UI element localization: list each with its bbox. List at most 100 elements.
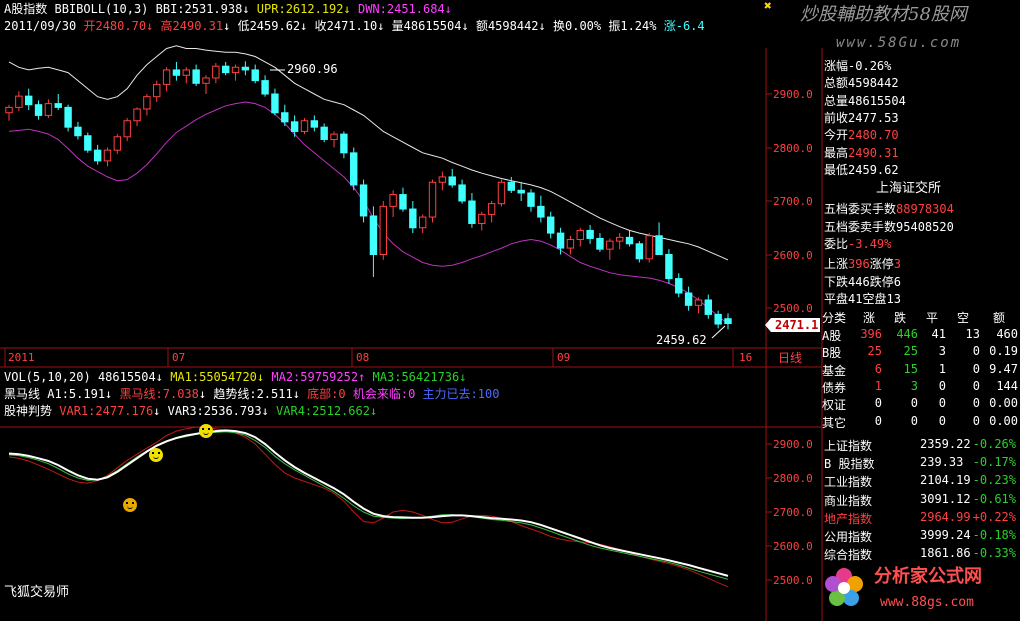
index-row[interactable]: 工业指数 2104.19 -0.23% [824,473,1018,490]
table-cell: 0 [972,361,980,376]
candle-body[interactable] [24,95,33,106]
price-label: 2500.0 [773,302,813,315]
candle-body[interactable] [290,121,299,132]
candle-body[interactable] [399,194,407,210]
candle-body[interactable] [478,213,486,224]
index-name: 公用指数 [824,530,873,544]
candle-body[interactable] [182,69,190,76]
candle-body[interactable] [133,108,141,122]
candle-body[interactable] [84,135,92,151]
candle-body[interactable] [281,112,289,123]
candle-body[interactable] [556,232,565,249]
candle-body[interactable] [675,278,683,294]
stat-value: 48615504 [848,93,906,108]
candle-body[interactable] [359,184,368,217]
candle-body[interactable] [418,216,427,229]
candle-body[interactable] [74,126,82,137]
candle-body[interactable] [428,181,437,218]
stat-row: 前收2477.53 [824,109,1016,125]
index-change: -0.26% [972,437,1016,451]
candle-body[interactable] [497,181,506,205]
candle-body[interactable] [448,176,456,186]
candle-body[interactable] [330,133,338,140]
candle-body[interactable] [5,106,13,114]
candle-body[interactable] [103,149,112,162]
candle-body[interactable] [625,236,634,245]
candle-body[interactable] [172,69,181,76]
candle-body[interactable] [93,149,102,162]
candle-body[interactable] [379,205,387,256]
candle-body[interactable] [694,299,703,306]
candle-body[interactable] [54,103,62,108]
candle-body[interactable] [576,229,584,241]
candle-body[interactable] [645,235,653,260]
candle-body[interactable] [684,292,693,306]
candle-body[interactable] [606,240,614,250]
candle-body[interactable] [271,93,279,114]
candle-body[interactable] [350,152,358,186]
candle-body[interactable] [340,133,348,154]
candle-body[interactable] [123,120,131,138]
candle-body[interactable] [665,254,673,280]
candle-body[interactable] [714,313,722,325]
lower-axis-label: 2600.0 [773,540,813,553]
index-row[interactable]: 综合指数 1861.86 -0.33% [824,546,1018,563]
index-row[interactable]: 地产指数 2964.99 +0.22% [824,510,1018,527]
candle-body[interactable] [221,65,230,74]
candle-body[interactable] [389,194,397,207]
candle-body[interactable] [517,189,525,194]
candle-body[interactable] [615,236,624,242]
candle-body[interactable] [64,106,72,128]
candle-body[interactable] [724,318,732,325]
breadth-label: 涨停 [869,257,894,271]
candle-body[interactable] [547,216,555,234]
candle-body[interactable] [15,95,23,108]
candle-body[interactable] [202,77,210,84]
candle-body[interactable] [241,66,250,71]
index-row[interactable]: B 股指数 239.33 -0.17% [824,455,1018,472]
stat-row: 总额4598442 [824,74,1016,90]
candle-body[interactable] [153,83,161,98]
candle-body[interactable] [507,181,516,191]
candle-body[interactable] [458,184,466,202]
candle-body[interactable] [310,120,319,128]
candle-body[interactable] [251,69,259,82]
index-change: -0.18% [972,528,1016,542]
table-header-cell: 涨 [862,311,875,325]
candle-body[interactable] [635,243,644,260]
candle-body[interactable] [527,192,535,207]
candle-body[interactable] [487,203,496,215]
index-row[interactable]: 商业指数 3091.12 -0.61% [824,492,1018,509]
breadth-value: 3 [893,257,901,271]
candle-body[interactable] [261,80,269,95]
index-row[interactable]: 上证指数 2359.22 -0.26% [824,437,1018,454]
candle-body[interactable] [655,235,663,255]
candle-body[interactable] [192,69,200,84]
candle-body[interactable] [300,120,309,132]
candle-body[interactable] [162,69,171,85]
candle-body[interactable] [438,176,447,183]
candle-body[interactable] [231,66,240,74]
candle-body[interactable] [212,65,220,79]
candle-body[interactable] [44,103,53,116]
candle-body[interactable] [320,126,328,140]
table-header-cell: 空 [956,311,969,325]
candle-body[interactable] [704,299,713,315]
period-label[interactable]: 日线 [778,351,802,365]
candle-body[interactable] [596,237,604,250]
index-row[interactable]: 公用指数 3999.24 -0.18% [824,528,1018,545]
table-cell: A股 [822,329,842,343]
table-cell: 396 [860,327,882,341]
candle-body[interactable] [566,239,575,249]
candle-body[interactable] [586,229,594,239]
candle-body[interactable] [537,205,545,218]
date-label: 09 [557,351,571,364]
candle-body[interactable] [143,96,151,110]
table-cell: 1 [874,378,882,393]
breadth-label: 上涨 [824,257,849,271]
candle-body[interactable] [468,200,476,224]
candle-body[interactable] [369,215,378,255]
candle-body[interactable] [113,136,122,151]
candle-body[interactable] [34,104,43,116]
candle-body[interactable] [409,208,417,229]
